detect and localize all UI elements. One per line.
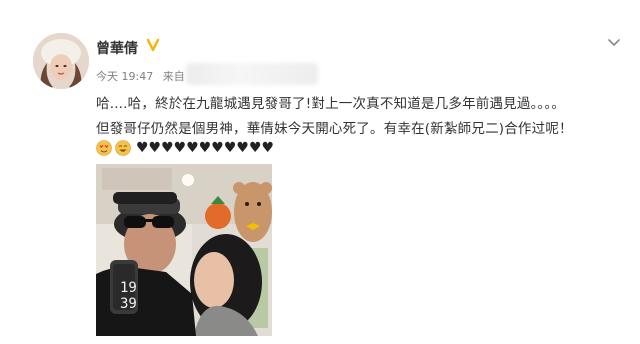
username[interactable]: 曾華倩 [96, 38, 138, 58]
post-timestamp[interactable]: 今天 19:47 [96, 70, 153, 83]
verified-badge-icon [146, 38, 160, 52]
avatar-image [33, 33, 89, 89]
post-source-label: 来自 [162, 70, 185, 83]
post-meta: 今天 19:47 来自 [96, 68, 191, 84]
watch-time-display: 19 39 [120, 280, 137, 312]
weibo-post-card: 曾華倩 今天 19:47 来自 哈....哈，終於在九龍城遇見發哥了!對上一次真… [0, 0, 640, 344]
avatar[interactable] [33, 33, 89, 89]
emoji-row: ♥♥♥♥♥♥♥♥♥♥♥ [96, 139, 274, 157]
post-photo[interactable]: 19 39 [96, 164, 272, 336]
grin-emoji-icon [115, 140, 131, 156]
post-text-line-1: 哈....哈，終於在九龍城遇見發哥了!對上一次真不知道是几多年前遇見過。。。。 [96, 96, 566, 112]
blurred-source [186, 63, 318, 85]
chevron-down-icon[interactable] [606, 34, 622, 50]
post-text-line-2: 但發哥仔仍然是個男神，華倩妹今天開心死了。有幸在(新紮師兄二)合作过呢！ [96, 121, 573, 137]
hearts-emoji-row: ♥♥♥♥♥♥♥♥♥♥♥ [136, 140, 275, 156]
heart-eyes-emoji-icon [96, 140, 112, 156]
